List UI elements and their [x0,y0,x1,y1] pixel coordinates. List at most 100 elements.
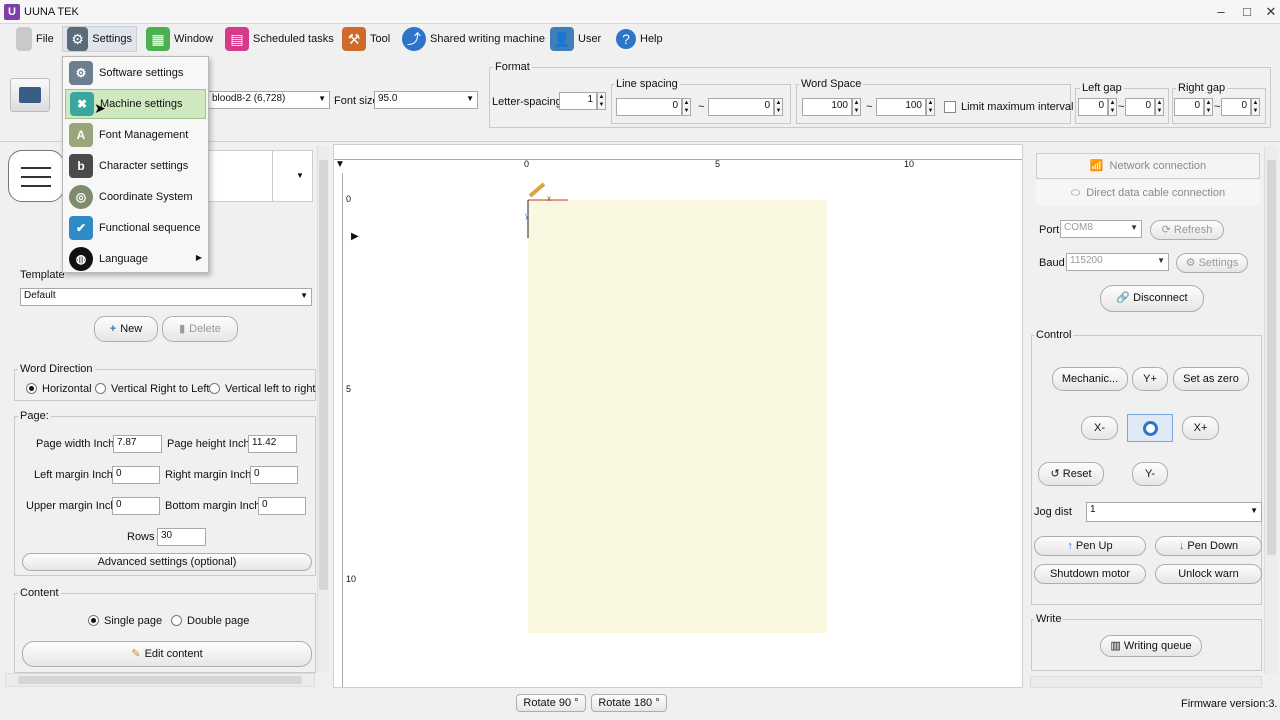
right-gap-spinner-a[interactable]: ▲ ▼ [1204,98,1213,116]
baud-select[interactable]: 115200 ▼ [1066,253,1169,271]
right-margin-input[interactable]: 0 [250,466,298,484]
menu-shared[interactable]: ⤴ Shared writing machine [398,26,549,52]
word-space-max-input[interactable]: 100 [876,98,926,116]
advanced-settings-button[interactable]: Advanced settings (optional) [22,553,312,571]
writing-queue-button[interactable]: ▥ Writing queue [1100,635,1202,657]
scroll-thumb[interactable] [18,676,302,684]
word-space-min-input[interactable]: 100 [802,98,852,116]
bottom-margin-input[interactable]: 0 [258,497,306,515]
menuitem-machine-settings[interactable]: ✖ Machine settings [65,89,206,119]
hammer-icon: ⚒ [342,27,366,51]
tools-icon: ✖ [70,92,94,116]
set-zero-button[interactable]: Set as zero [1173,367,1249,391]
print-button[interactable] [10,78,50,112]
rotate-180-button[interactable]: Rotate 180 ° [591,694,667,712]
network-label: Network connection [1109,160,1207,172]
hamburger-button[interactable] [8,150,64,202]
scroll-thumb[interactable] [319,160,328,590]
menuitem-label: Functional sequence [99,222,201,234]
edit-content-button[interactable]: ✎ Edit content [22,641,312,667]
menu-scheduled[interactable]: ▤ Scheduled tasks [221,26,338,52]
rows-input[interactable]: 30 [157,528,206,546]
right-gap-input-a[interactable]: 0 [1174,98,1204,116]
double-page-radio[interactable]: Double page [171,615,249,627]
menu-user[interactable]: 👤 User [546,26,605,52]
pen-down-button[interactable]: ↓ Pen Down [1155,536,1262,556]
mechanic-button[interactable]: Mechanic... [1052,367,1128,391]
chevron-down-icon: ▼ [466,94,474,103]
line-spacing-min-spinner[interactable]: ▲ ▼ [682,98,691,116]
firmware-version: Firmware version:3.0 [1181,698,1277,710]
paper-area[interactable] [528,200,827,633]
new-template-button[interactable]: + New [94,316,158,342]
disconnect-button[interactable]: 🔗 Disconnect [1100,285,1204,312]
right-scrollbar[interactable] [1264,146,1277,674]
menuitem-font-management[interactable]: A Font Management [65,120,206,150]
upper-margin-input[interactable]: 0 [112,497,160,515]
rotate-90-button[interactable]: Rotate 90 ° [516,694,586,712]
y-plus-button[interactable]: Y+ [1132,367,1168,391]
menu-file[interactable]: File [12,26,58,52]
refresh-button[interactable]: ⟳ Refresh [1150,220,1224,240]
x-minus-button[interactable]: X- [1081,416,1118,440]
menu-help[interactable]: ? Help [612,26,667,52]
left-scrollbar[interactable] [317,146,329,672]
menu-tool[interactable]: ⚒ Tool [338,26,394,52]
direct-cable-tab[interactable]: ⬭ Direct data cable connection [1036,180,1260,206]
home-button[interactable] [1127,414,1173,442]
dir-vrl-radio[interactable]: Vertical Right to Left [95,383,209,395]
menuitem-coordinate-system[interactable]: ◎ Coordinate System [65,182,206,212]
page-width-input[interactable]: 7.87 [113,435,162,453]
tilde-separator: ~ [866,101,873,113]
close-button[interactable]: ✕ [1262,4,1280,20]
right-gap-spinner-b[interactable]: ▲ ▼ [1251,98,1260,116]
delete-template-button[interactable]: ▮ Delete [162,316,238,342]
left-gap-input-b[interactable]: 0 [1125,98,1155,116]
menuitem-functional-sequence[interactable]: ✔ Functional sequence [65,213,206,243]
letter-spacing-spinner[interactable]: ▲ ▼ [597,92,606,110]
pen-up-button[interactable]: ↑ Pen Up [1034,536,1146,556]
left-horizontal-scrollbar[interactable] [5,673,315,687]
x-plus-button[interactable]: X+ [1182,416,1219,440]
left-gap-spinner-b[interactable]: ▲ ▼ [1155,98,1164,116]
disconnect-label: Disconnect [1133,292,1188,304]
serial-settings-button[interactable]: ⚙ Settings [1176,253,1248,273]
dir-horizontal-radio[interactable]: Horizontal [26,383,92,395]
chevron-down-icon: ▼ [300,291,308,300]
menu-window[interactable]: ▦ Window [142,26,217,52]
left-margin-input[interactable]: 0 [112,466,160,484]
network-tab[interactable]: 📶 Network connection [1036,153,1260,179]
window-title: UUNA TEK [24,6,79,18]
right-horizontal-scrollbar[interactable] [1030,676,1262,688]
port-select[interactable]: COM8 ▼ [1060,220,1142,238]
menu-settings[interactable]: ⚙ Settings [62,26,137,52]
template-select[interactable]: Default ▼ [20,288,312,306]
single-page-radio[interactable]: Single page [88,615,162,627]
left-gap-input-a[interactable]: 0 [1078,98,1108,116]
page-height-input[interactable]: 11.42 [248,435,297,453]
menuitem-character-settings[interactable]: b Character settings [65,151,206,181]
y-minus-button[interactable]: Y- [1132,462,1168,486]
scroll-thumb[interactable] [1267,160,1276,555]
font-icon: A [69,123,93,147]
minimize-button[interactable]: – [1212,4,1230,20]
line-spacing-max-spinner[interactable]: ▲ ▼ [774,98,783,116]
font-size-select[interactable]: 95.0 ▼ [374,91,478,109]
word-space-min-spinner[interactable]: ▲ ▼ [852,98,861,116]
right-gap-input-b[interactable]: 0 [1221,98,1251,116]
shutdown-motor-button[interactable]: Shutdown motor [1034,564,1146,584]
unlock-warn-button[interactable]: Unlock warn [1155,564,1262,584]
jog-dist-select[interactable]: 1 ▼ [1086,502,1262,522]
line-spacing-min-input[interactable]: 0 [616,98,682,116]
menuitem-language[interactable]: ◍ Language ▶ [65,244,206,274]
font-select[interactable]: blood8-2 (6,728) ▼ [208,91,330,109]
word-space-max-spinner[interactable]: ▲ ▼ [926,98,935,116]
reset-button[interactable]: ↺ Reset [1038,462,1104,486]
menuitem-software-settings[interactable]: ⚙ Software settings [65,58,206,88]
maximize-button[interactable]: □ [1238,4,1256,20]
limit-checkbox[interactable] [944,101,956,113]
dir-vlr-radio[interactable]: Vertical left to right [209,383,316,395]
left-gap-spinner-a[interactable]: ▲ ▼ [1108,98,1117,116]
letter-spacing-input[interactable]: 1 [559,92,597,110]
line-spacing-max-input[interactable]: 0 [708,98,774,116]
